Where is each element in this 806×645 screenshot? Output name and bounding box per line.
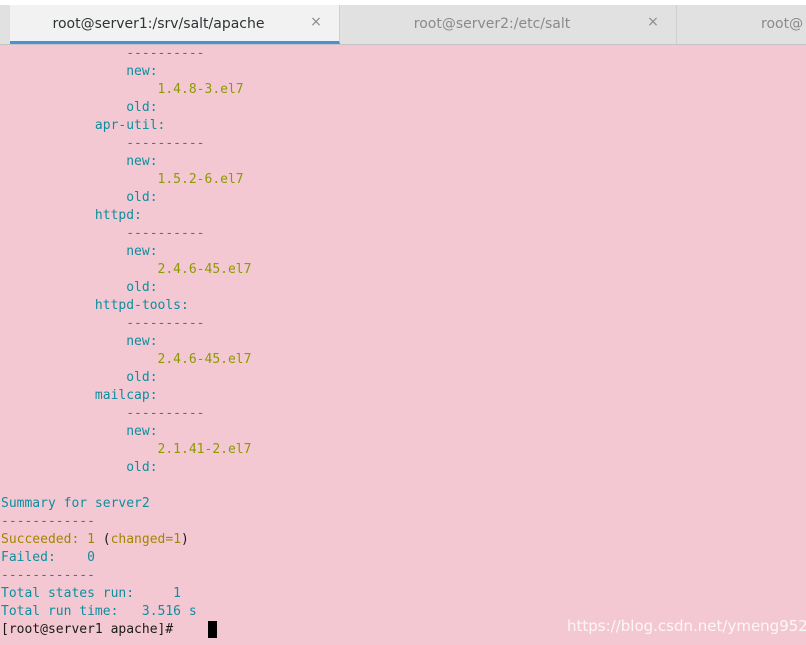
terminal-line: 2.4.6-45.el7 bbox=[1, 262, 252, 277]
terminal-line: ------------ bbox=[1, 514, 95, 529]
terminal-line: mailcap: bbox=[1, 388, 158, 403]
tab-label: root@server1:/srv/salt/apache bbox=[52, 16, 265, 32]
terminal-line: old: bbox=[1, 460, 158, 475]
terminal-line: new: bbox=[1, 424, 158, 439]
terminal-output[interactable]: ---------- new: 1.4.8-3.el7 old: apr-uti… bbox=[0, 45, 806, 645]
terminal-line: new: bbox=[1, 154, 158, 169]
watermark-text: https://blog.csdn.net/ymeng9527 bbox=[567, 617, 806, 635]
terminal-line: 2.4.6-45.el7 bbox=[1, 352, 252, 367]
terminal-line: httpd: bbox=[1, 208, 142, 223]
terminal-line: Succeeded: 1 (changed=1) bbox=[1, 532, 189, 547]
terminal-cursor bbox=[208, 621, 217, 638]
terminal-line: old: bbox=[1, 190, 158, 205]
terminal-line: old: bbox=[1, 280, 158, 295]
tab-server2-etc-salt[interactable]: root@server2:/etc/salt × bbox=[340, 5, 677, 44]
terminal-line: Total states run: 1 bbox=[1, 586, 182, 601]
close-icon[interactable]: × bbox=[309, 14, 323, 30]
terminal-line: 1.4.8-3.el7 bbox=[1, 82, 244, 97]
terminal-line: 1.5.2-6.el7 bbox=[1, 172, 244, 187]
tab-server1-apache[interactable]: root@server1:/srv/salt/apache × bbox=[10, 5, 340, 44]
terminal-line: Total run time: 3.516 s bbox=[1, 604, 197, 619]
terminal-line: 2.1.41-2.el7 bbox=[1, 442, 252, 457]
terminal-line: Summary for server2 bbox=[1, 496, 150, 511]
tab-third-partial[interactable]: root@ bbox=[677, 5, 806, 44]
terminal-line: ------------ bbox=[1, 568, 95, 583]
terminal-line: ---------- bbox=[1, 406, 205, 421]
terminal-line: ---------- bbox=[1, 316, 205, 331]
terminal-line: httpd-tools: bbox=[1, 298, 189, 313]
terminal-window: root@server1:/srv/salt/apache × root@ser… bbox=[0, 0, 806, 645]
terminal-line: old: bbox=[1, 100, 158, 115]
terminal-line: Failed: 0 bbox=[1, 550, 95, 565]
terminal-line: ---------- bbox=[1, 46, 205, 61]
shell-prompt: [root@server1 apache]# bbox=[1, 622, 182, 637]
terminal-line: ---------- bbox=[1, 136, 205, 151]
changed-count: changed=1 bbox=[110, 532, 182, 547]
terminal-line: ---------- bbox=[1, 226, 205, 241]
terminal-line: apr-util: bbox=[1, 118, 166, 133]
terminal-line: new: bbox=[1, 244, 158, 259]
terminal-line: old: bbox=[1, 370, 158, 385]
tab-label: root@server2:/etc/salt bbox=[413, 16, 571, 32]
terminal-line: new: bbox=[1, 64, 158, 79]
tab-label: root@ bbox=[761, 16, 804, 32]
close-icon[interactable]: × bbox=[646, 14, 660, 30]
terminal-line: new: bbox=[1, 334, 158, 349]
tab-bar: root@server1:/srv/salt/apache × root@ser… bbox=[0, 5, 806, 45]
succeeded-label: Succeeded: 1 bbox=[1, 532, 103, 547]
